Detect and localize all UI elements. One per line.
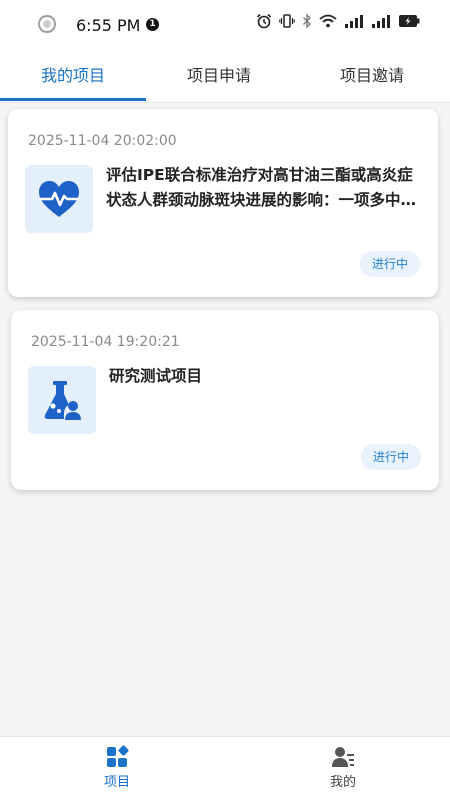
nav-label: 项目 bbox=[103, 775, 130, 790]
tab-project-invitations[interactable]: 项目邀请 bbox=[300, 52, 444, 102]
active-tab-indicator bbox=[0, 98, 146, 101]
project-icon-box bbox=[25, 165, 93, 233]
vibrate-icon bbox=[279, 14, 295, 28]
grid-icon bbox=[107, 745, 129, 767]
project-title: 研究测试项目 bbox=[109, 367, 203, 385]
project-title: 评估IPE联合标准治疗对高甘油三酯或高炎症状态人群颈动脉斑块进展的影响：一项多中… bbox=[106, 166, 417, 209]
project-date: 2025-11-04 20:02:00 bbox=[28, 133, 177, 149]
heart-pulse-icon bbox=[39, 181, 79, 217]
user-list-icon bbox=[332, 747, 354, 767]
bottom-navigation: 项目 我的 bbox=[0, 736, 450, 801]
notification-badge: 1 bbox=[146, 18, 159, 31]
signal-icon bbox=[345, 15, 363, 28]
nav-projects[interactable]: 项目 bbox=[57, 737, 177, 801]
wifi-icon bbox=[319, 14, 337, 28]
tab-my-projects[interactable]: 我的项目 bbox=[0, 52, 146, 102]
alarm-icon bbox=[256, 13, 272, 29]
project-date: 2025-11-04 19:20:21 bbox=[31, 334, 180, 350]
project-card[interactable]: 2025-11-04 20:02:00 评估IPE联合标准治疗对高甘油三酯或高炎… bbox=[8, 109, 438, 297]
status-badge: 进行中 bbox=[359, 251, 420, 277]
battery-icon bbox=[399, 15, 420, 27]
flask-user-icon bbox=[44, 381, 81, 420]
nav-label: 我的 bbox=[329, 775, 356, 790]
status-badge: 进行中 bbox=[360, 444, 421, 470]
tab-project-applications[interactable]: 项目申请 bbox=[146, 52, 292, 102]
app-circle-icon bbox=[38, 15, 56, 33]
top-tabs: 我的项目 项目申请 项目邀请 bbox=[0, 52, 450, 103]
status-bar: 6:55 PM 1 bbox=[0, 0, 450, 52]
project-icon-box bbox=[28, 366, 96, 434]
status-icons bbox=[256, 13, 420, 29]
bluetooth-icon bbox=[303, 13, 311, 29]
signal-icon bbox=[372, 15, 390, 28]
project-card[interactable]: 2025-11-04 19:20:21 研究测试项目 进行中 bbox=[11, 310, 439, 490]
status-time: 6:55 PM bbox=[76, 16, 141, 35]
nav-mine[interactable]: 我的 bbox=[283, 737, 403, 801]
